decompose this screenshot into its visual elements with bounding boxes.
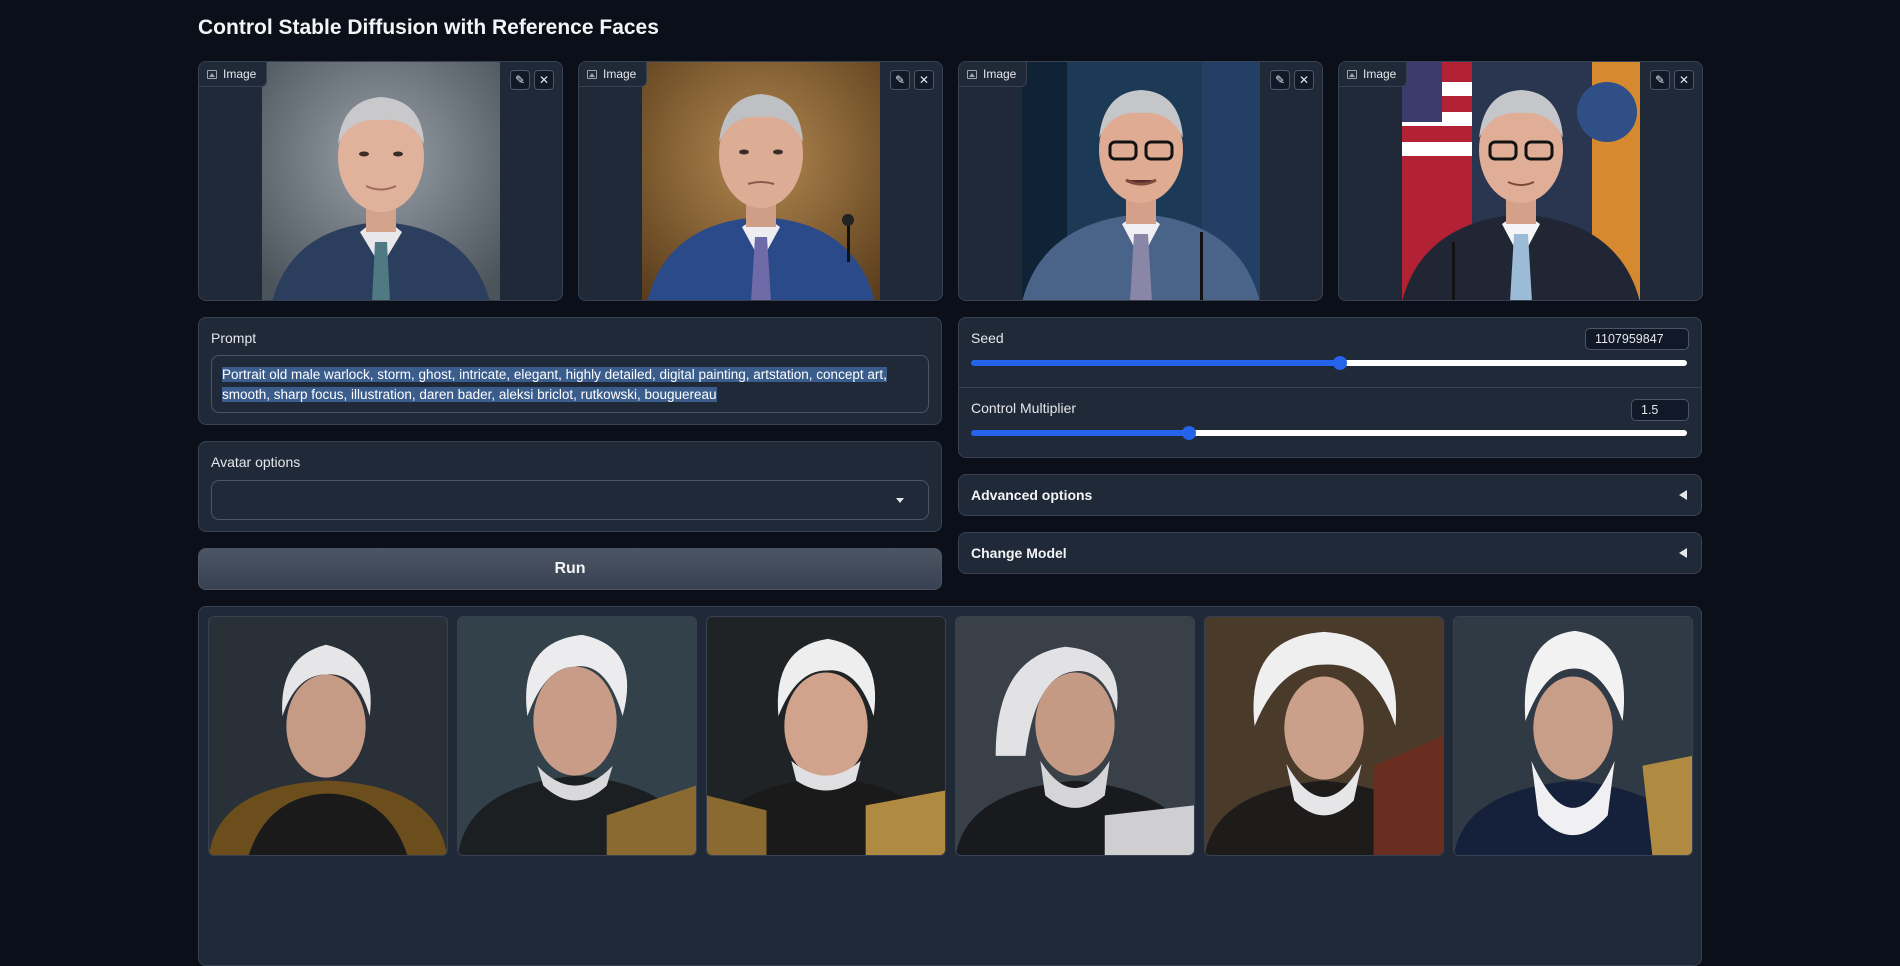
- image-icon: [207, 69, 217, 79]
- control-multiplier-slider-track: [1189, 430, 1687, 436]
- control-multiplier-slider-fill: [971, 430, 1190, 436]
- avatar-options-dropdown[interactable]: [211, 480, 929, 520]
- reference-image-1[interactable]: Image ✎ ✕: [198, 61, 563, 301]
- output-gallery: [198, 606, 1702, 966]
- triangle-left-icon: [1679, 490, 1687, 500]
- image-label-2: Image: [579, 62, 648, 87]
- prompt-label: Prompt: [211, 330, 257, 346]
- gallery-thumbnail[interactable]: [1204, 616, 1444, 856]
- advanced-options-label: Advanced options: [971, 487, 1093, 503]
- chevron-down-icon: [896, 498, 904, 503]
- avatar-options-panel: Avatar options: [198, 441, 942, 532]
- seed-input[interactable]: 1107959847: [1585, 328, 1689, 350]
- image-label-text: Image: [1363, 67, 1397, 81]
- prompt-textarea[interactable]: Portrait old male warlock, storm, ghost,…: [211, 355, 929, 413]
- reference-image-2[interactable]: Image ✎ ✕: [578, 61, 943, 301]
- advanced-options-accordion[interactable]: Advanced options: [958, 474, 1702, 516]
- image-label-3: Image: [959, 62, 1028, 87]
- image-icon: [587, 69, 597, 79]
- reference-image-3[interactable]: Image ✎ ✕: [958, 61, 1323, 301]
- sliders-panel: Seed 1107959847 Control Multiplier 1.5: [958, 317, 1702, 458]
- pencil-icon[interactable]: ✎: [890, 70, 910, 90]
- seed-slider-fill: [971, 360, 1341, 366]
- reference-photo: [261, 62, 500, 300]
- gallery-thumbnail[interactable]: [1453, 616, 1693, 856]
- close-icon[interactable]: ✕: [914, 70, 934, 90]
- image-label-text: Image: [603, 67, 637, 81]
- image-label-text: Image: [223, 67, 257, 81]
- image-icon: [967, 69, 977, 79]
- control-multiplier-label: Control Multiplier: [971, 400, 1077, 416]
- gallery-thumbnail[interactable]: [955, 616, 1195, 856]
- pencil-icon[interactable]: ✎: [510, 70, 530, 90]
- prompt-panel: Prompt Portrait old male warlock, storm,…: [198, 317, 942, 425]
- run-button[interactable]: Run: [198, 548, 942, 590]
- pencil-icon[interactable]: ✎: [1650, 70, 1670, 90]
- reference-photo: [1401, 62, 1640, 300]
- gallery-thumbnail[interactable]: [208, 616, 448, 856]
- image-label-4: Image: [1339, 62, 1408, 87]
- image-label-1: Image: [199, 62, 268, 87]
- close-icon[interactable]: ✕: [1674, 70, 1694, 90]
- gallery-thumbnail[interactable]: [457, 616, 697, 856]
- avatar-options-label: Avatar options: [211, 454, 301, 470]
- image-label-text: Image: [983, 67, 1017, 81]
- close-icon[interactable]: ✕: [1294, 70, 1314, 90]
- seed-slider-track: [1340, 360, 1687, 366]
- reference-photo: [641, 62, 880, 300]
- reference-image-4[interactable]: Image ✎ ✕: [1338, 61, 1703, 301]
- close-icon[interactable]: ✕: [534, 70, 554, 90]
- gallery-thumbnail[interactable]: [706, 616, 946, 856]
- control-multiplier-slider-thumb[interactable]: [1182, 426, 1197, 440]
- control-multiplier-input[interactable]: 1.5: [1631, 399, 1689, 421]
- change-model-label: Change Model: [971, 545, 1067, 561]
- control-multiplier-slider[interactable]: [971, 426, 1687, 440]
- reference-photo: [1021, 62, 1260, 300]
- change-model-accordion[interactable]: Change Model: [958, 532, 1702, 574]
- page-title: Control Stable Diffusion with Reference …: [198, 16, 659, 39]
- triangle-left-icon: [1679, 548, 1687, 558]
- seed-slider[interactable]: [971, 356, 1687, 370]
- image-icon: [1347, 69, 1357, 79]
- seed-slider-thumb[interactable]: [1333, 356, 1348, 370]
- seed-label: Seed: [971, 330, 1004, 346]
- prompt-text: Portrait old male warlock, storm, ghost,…: [222, 367, 887, 402]
- pencil-icon[interactable]: ✎: [1270, 70, 1290, 90]
